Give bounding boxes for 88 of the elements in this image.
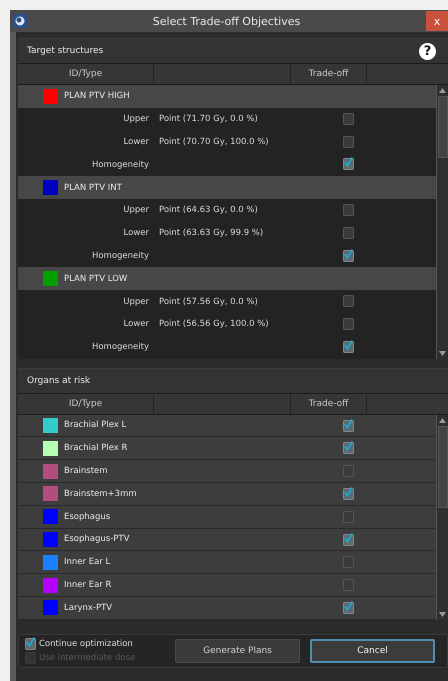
column-header: Trade-off xyxy=(291,64,367,84)
trade-off-checkbox[interactable] xyxy=(343,340,354,353)
structure-name: Esophagus-PTV xyxy=(64,534,130,544)
objective-type: Lower xyxy=(122,228,149,238)
table-row[interactable]: Inner Ear L xyxy=(18,551,436,574)
structure-name: Brachial Plex L xyxy=(64,420,126,430)
trade-off-checkbox[interactable] xyxy=(343,579,354,592)
structure-name: PLAN PTV INT xyxy=(64,182,122,193)
structure-name: Brainstem+3mm xyxy=(64,488,137,499)
objective-type: Lower xyxy=(122,319,149,330)
structure-name: Inner Ear R xyxy=(64,580,112,590)
table-row[interactable]: Upper Point (64.63 Gy, 0.0 %) xyxy=(18,198,436,222)
scrollbar-thumb[interactable] xyxy=(438,96,448,158)
trade-off-checkbox[interactable] xyxy=(343,295,354,308)
table-row[interactable]: Larynx-PTV xyxy=(18,596,436,620)
scrollbar-thumb[interactable] xyxy=(438,426,448,508)
column-header: Trade-off xyxy=(291,394,367,414)
table-row[interactable]: PLAN PTV HIGH xyxy=(18,85,436,108)
table-row[interactable]: Inner Ear R xyxy=(18,574,436,597)
scroll-down-icon[interactable] xyxy=(439,350,446,356)
objective-type: Homogeneity xyxy=(90,250,149,261)
table-row[interactable]: Lower Point (63.63 Gy, 99.9 %) xyxy=(18,222,436,245)
objective-value: Point (64.63 Gy, 0.0 %) xyxy=(159,205,258,216)
objective-type: Homogeneity xyxy=(90,160,149,170)
trade-off-checkbox[interactable] xyxy=(343,510,354,523)
scrollbar[interactable] xyxy=(436,414,448,620)
column-header: ID/Type xyxy=(18,394,154,414)
table-row[interactable]: Brachial Plex R xyxy=(18,437,436,460)
scroll-down-icon[interactable] xyxy=(439,612,446,617)
structure-name: PLAN PTV LOW xyxy=(64,274,128,284)
app-icon xyxy=(13,14,27,28)
scroll-up-icon[interactable] xyxy=(439,88,446,93)
structure-name: PLAN PTV HIGH xyxy=(64,91,130,102)
table-row[interactable]: Brachial Plex L xyxy=(18,414,436,438)
trade-off-checkbox[interactable] xyxy=(343,158,354,170)
table-row[interactable]: Brainstem+3mm xyxy=(18,482,436,506)
objective-type: Upper xyxy=(122,205,149,216)
trade-off-checkbox[interactable] xyxy=(343,112,354,125)
objective-type: Lower xyxy=(122,136,149,147)
section-title: Organs at risk xyxy=(27,376,92,386)
table-row[interactable]: Upper Point (57.56 Gy, 0.0 %) xyxy=(18,290,436,313)
generate-button[interactable]: Generate Plans xyxy=(175,638,300,663)
structure-name: Brainstem xyxy=(64,466,108,476)
scroll-up-icon[interactable] xyxy=(439,418,446,423)
objective-value: Point (56.56 Gy, 100.0 %) xyxy=(159,319,269,330)
trade-off-checkbox[interactable] xyxy=(343,318,354,330)
help-icon[interactable]: ? xyxy=(419,42,436,60)
table-row[interactable]: Upper Point (71.70 Gy, 0.0 %) xyxy=(18,108,436,131)
table-row[interactable]: Esophagus-PTV xyxy=(18,528,436,552)
table-row[interactable]: Homogeneity xyxy=(18,153,436,176)
objective-type: Homogeneity xyxy=(90,342,149,352)
objective-value: Point (57.56 Gy, 0.0 %) xyxy=(159,296,258,307)
table-row[interactable]: PLAN PTV LOW xyxy=(18,267,436,290)
option-label: Continue optimization xyxy=(39,638,133,649)
objective-type: Upper xyxy=(122,114,149,124)
structure-name: Esophagus xyxy=(64,512,110,522)
window-title: Select Trade-off Objectives xyxy=(152,14,302,28)
trade-off-checkbox[interactable] xyxy=(343,556,354,568)
cancel-button[interactable]: Cancel xyxy=(310,638,435,663)
structure-name: Brachial Plex R xyxy=(64,443,128,454)
trade-off-checkbox[interactable] xyxy=(343,250,354,262)
table-row[interactable]: Lower Point (70.70 Gy, 100.0 %) xyxy=(18,130,436,154)
option-checkbox[interactable] xyxy=(25,638,36,650)
trade-off-checkbox[interactable] xyxy=(343,602,354,614)
scrollbar[interactable] xyxy=(436,85,448,359)
objective-value: Point (70.70 Gy, 100.0 %) xyxy=(159,136,269,147)
objective-type: Upper xyxy=(122,296,149,307)
trade-off-checkbox[interactable] xyxy=(343,204,354,216)
table-row[interactable]: Homogeneity xyxy=(18,244,436,268)
objective-value: Point (71.70 Gy, 0.0 %) xyxy=(159,114,258,124)
structure-name: Larynx-PTV xyxy=(64,602,112,613)
table-row[interactable]: PLAN PTV INT xyxy=(18,176,436,199)
table-row[interactable]: Lower Point (56.56 Gy, 100.0 %) xyxy=(18,312,436,336)
structure-name: Inner Ear L xyxy=(64,557,110,568)
table-row[interactable]: Homogeneity xyxy=(18,336,436,359)
close-button[interactable]: x xyxy=(426,11,448,31)
trade-off-checkbox[interactable] xyxy=(343,420,354,432)
section-title: Target structures xyxy=(27,46,104,56)
trade-off-checkbox[interactable] xyxy=(343,488,354,500)
table-row[interactable]: Brainstem xyxy=(18,460,436,483)
trade-off-checkbox[interactable] xyxy=(343,465,354,478)
objective-value: Point (63.63 Gy, 99.9 %) xyxy=(159,228,264,238)
trade-off-checkbox[interactable] xyxy=(343,442,354,454)
table-row[interactable]: Esophagus xyxy=(18,506,436,529)
trade-off-checkbox[interactable] xyxy=(343,136,354,148)
trade-off-checkbox[interactable] xyxy=(343,534,354,546)
trade-off-checkbox[interactable] xyxy=(343,226,354,239)
column-header: ID/Type xyxy=(18,64,154,84)
